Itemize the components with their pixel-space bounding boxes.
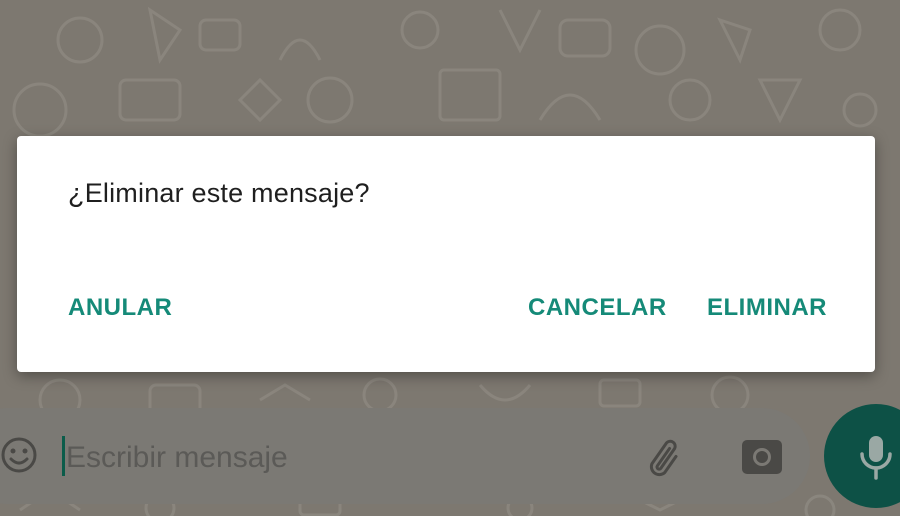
microphone-icon[interactable] (856, 432, 896, 482)
delete-message-dialog (17, 136, 875, 372)
delete-button[interactable]: ELIMINAR (707, 292, 827, 324)
paperclip-icon[interactable] (642, 432, 692, 482)
camera-icon[interactable] (740, 434, 784, 478)
dialog-title: ¿Eliminar este mensaje? (68, 178, 370, 208)
emoji-icon[interactable] (0, 436, 38, 474)
anular-button[interactable]: ANULAR (68, 292, 172, 324)
cancel-button[interactable]: CANCELAR (528, 292, 667, 324)
text-cursor (62, 436, 65, 476)
message-input[interactable]: Escribir mensaje (66, 438, 626, 478)
